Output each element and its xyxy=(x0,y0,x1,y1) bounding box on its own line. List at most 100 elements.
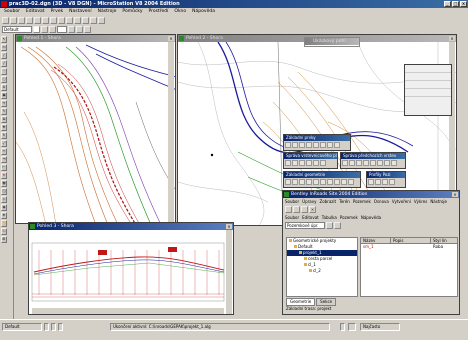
inroads-secondary-menu-item[interactable]: Tabulka xyxy=(322,214,337,221)
tool-icon[interactable] xyxy=(368,179,374,185)
cell-tool-icon[interactable]: ▣ xyxy=(1,92,7,99)
inroads-menu-item[interactable]: Osnova xyxy=(374,198,389,205)
print-icon[interactable] xyxy=(26,17,33,24)
measure-tool-icon[interactable]: ⊢ xyxy=(1,164,7,171)
key-tool-icon[interactable]: ⚿ xyxy=(1,228,7,235)
tool-icon[interactable] xyxy=(391,160,397,166)
view-2-close-button[interactable]: × xyxy=(449,36,455,41)
tab-geometry[interactable]: Geometrie xyxy=(286,298,316,306)
tool-icon[interactable] xyxy=(320,160,326,166)
snap-icon[interactable] xyxy=(84,26,91,33)
group-tool-icon[interactable]: ◫ xyxy=(1,188,7,195)
view-window-floating[interactable]: Ukázkový pohl. xyxy=(304,37,360,47)
new-file-icon[interactable] xyxy=(2,17,9,24)
tool-icon[interactable] xyxy=(382,179,388,185)
minimize-button[interactable]: _ xyxy=(444,1,451,7)
inroads-props-icon[interactable] xyxy=(334,222,341,229)
inroads-menu-item[interactable]: Nástroje xyxy=(430,198,447,205)
toolbox-3-title[interactable]: Správa předchozích vrstev xyxy=(341,153,405,159)
circle-tool-icon[interactable]: ○ xyxy=(1,76,7,83)
tool-icon[interactable] xyxy=(377,160,383,166)
inroads-menu-item[interactable]: Soubor xyxy=(285,198,299,205)
view-window-1[interactable]: Pohled 1 - Shora × xyxy=(15,34,176,224)
dimension-tool-icon[interactable]: ↔ xyxy=(1,100,7,107)
view-3-close-button[interactable]: × xyxy=(226,224,232,229)
view-tool-icon[interactable]: ◉ xyxy=(1,204,7,211)
attribute-row[interactable] xyxy=(405,65,451,73)
menu-item[interactable]: Prvek xyxy=(51,8,64,16)
tool-icon[interactable] xyxy=(320,179,326,185)
tool-icon[interactable] xyxy=(313,142,319,148)
list-item[interactable]: sm_1 Roba xyxy=(361,244,457,250)
inroads-new-icon[interactable] xyxy=(285,206,292,213)
view-3-profile-canvas[interactable] xyxy=(29,230,234,315)
level-combo[interactable]: Default xyxy=(2,26,32,33)
tool-icon[interactable] xyxy=(299,179,305,185)
select-tool-icon[interactable]: ↖ xyxy=(1,36,7,43)
polyline-tool-icon[interactable]: ∕ xyxy=(1,60,7,67)
open-file-icon[interactable] xyxy=(10,17,17,24)
maximize-button[interactable]: □ xyxy=(452,1,459,7)
modify-tool-icon[interactable]: ✎ xyxy=(1,108,7,115)
inroads-save-icon[interactable] xyxy=(301,206,308,213)
menu-item[interactable]: Soubor xyxy=(4,8,20,16)
tool-icon[interactable] xyxy=(327,179,333,185)
lineweight-icon[interactable] xyxy=(49,26,56,33)
inroads-secondary-menu-item[interactable]: Soubor xyxy=(285,214,299,221)
inroads-open-icon[interactable] xyxy=(293,206,300,213)
tool-icon[interactable] xyxy=(306,142,312,148)
tool-icon[interactable] xyxy=(341,179,347,185)
copy-icon[interactable] xyxy=(42,17,49,24)
zoom-tool-icon[interactable]: ⊕ xyxy=(1,212,7,219)
tool-icon[interactable] xyxy=(389,179,395,185)
pattern-tool-icon[interactable]: ▦ xyxy=(1,180,7,187)
copy-tool-icon[interactable]: ⧉ xyxy=(1,116,7,123)
status-view-combo[interactable]: Default xyxy=(2,323,42,331)
attribute-row[interactable] xyxy=(405,97,451,105)
linestyle-icon[interactable] xyxy=(41,26,48,33)
close-button[interactable]: × xyxy=(460,1,467,7)
tool-icon[interactable] xyxy=(292,179,298,185)
arc-tool-icon[interactable]: ◠ xyxy=(1,68,7,75)
tool-icon[interactable] xyxy=(375,179,381,185)
tool-icon[interactable] xyxy=(363,160,369,166)
extend-tool-icon[interactable]: ⇥ xyxy=(1,156,7,163)
menu-item[interactable]: Pomůcky xyxy=(122,8,142,16)
menu-item[interactable]: Prostředí xyxy=(149,8,169,16)
list-header-desc[interactable]: Popis xyxy=(391,238,431,243)
text-tool-icon[interactable]: A xyxy=(1,84,7,91)
status-grid-icon[interactable] xyxy=(58,323,63,331)
floating-view-titlebar[interactable]: Ukázkový pohl. xyxy=(305,38,359,45)
tree-item[interactable]: cl_2 xyxy=(287,268,357,274)
tool-icon[interactable] xyxy=(292,160,298,166)
trim-tool-icon[interactable]: ✂ xyxy=(1,148,7,155)
save-icon[interactable] xyxy=(18,17,25,24)
tool-icon[interactable] xyxy=(306,160,312,166)
inroads-menu-item[interactable]: Vytvoření xyxy=(392,198,411,205)
menu-item[interactable]: Nápověda xyxy=(192,8,215,16)
line-tool-icon[interactable]: / xyxy=(1,52,7,59)
element-template-icon[interactable] xyxy=(68,26,75,33)
toolbox-2-title[interactable]: Správa vrstevnicového plánu xyxy=(284,153,337,159)
status-snap-icon[interactable] xyxy=(51,323,56,331)
tool-icon[interactable] xyxy=(306,179,312,185)
status-gear-icon[interactable] xyxy=(340,323,345,331)
raster-icon[interactable] xyxy=(90,17,97,24)
list-header-name[interactable]: Název xyxy=(361,238,391,243)
tool-icon[interactable] xyxy=(342,160,348,166)
rotate-tool-icon[interactable]: ↻ xyxy=(1,132,7,139)
pan-tool-icon[interactable]: ✋ xyxy=(1,220,7,227)
tool-icon[interactable] xyxy=(285,142,291,148)
tool-icon[interactable] xyxy=(285,179,291,185)
status-record-icon[interactable] xyxy=(348,323,356,331)
references-icon[interactable] xyxy=(82,17,89,24)
tool-icon[interactable] xyxy=(327,142,333,148)
view-3-titlebar[interactable]: Pohled 3 - Shora × xyxy=(29,223,233,230)
attribute-row[interactable] xyxy=(405,89,451,97)
tool-icon[interactable] xyxy=(384,160,390,166)
list-header-style[interactable]: Styl lín xyxy=(431,238,457,243)
view-1-titlebar[interactable]: Pohled 1 - Shora × xyxy=(16,35,175,42)
view-1-close-button[interactable]: × xyxy=(168,36,174,41)
inroads-secondary-menu-item[interactable]: Pozemek xyxy=(340,214,358,221)
inroads-secondary-menu-item[interactable]: Editovat xyxy=(302,214,319,221)
